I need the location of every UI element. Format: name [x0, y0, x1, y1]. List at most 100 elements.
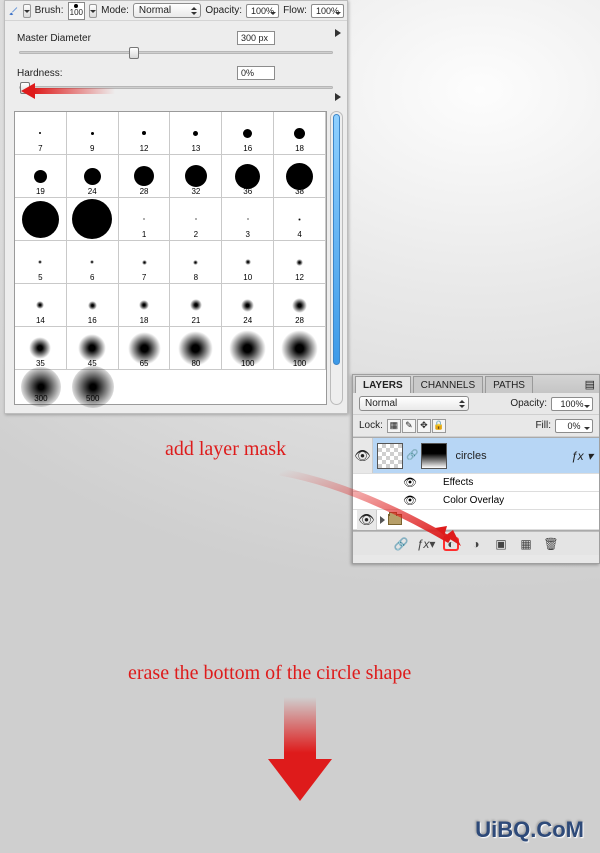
brush-options-panel: Brush: 100 Mode: Normal Opacity: 100% Fl…: [4, 0, 348, 414]
brush-preset[interactable]: 16: [222, 112, 274, 155]
brush-preset[interactable]: 2: [170, 198, 222, 241]
brush-preset[interactable]: 80: [170, 327, 222, 370]
group-visibility-icon[interactable]: 👁: [357, 510, 377, 530]
brush-label: Brush:: [35, 5, 64, 16]
master-diameter-slider[interactable]: [19, 51, 333, 54]
brush-preset-swatch[interactable]: 100: [68, 2, 86, 20]
overlay-visibility-icon[interactable]: 👁: [403, 494, 417, 507]
brush-preset[interactable]: 32: [170, 155, 222, 198]
brush-preset[interactable]: 5: [15, 241, 67, 284]
layer-blend-mode-select[interactable]: Normal: [359, 396, 469, 411]
brush-tool-icon[interactable]: [8, 3, 19, 18]
reset-icon[interactable]: [335, 93, 341, 101]
layers-panel: LAYERS CHANNELS PATHS ▤ Normal Opacity: …: [352, 374, 600, 564]
layer-list: 👁 🔗 circles ƒx ▾ 👁 Effects 👁 Color Overl…: [353, 437, 599, 531]
brush-preset[interactable]: 14: [15, 284, 67, 327]
lock-all-icon[interactable]: 🔒: [432, 419, 446, 433]
brush-preset[interactable]: 45: [67, 327, 119, 370]
group-disclosure-icon[interactable]: [380, 516, 385, 524]
brush-preset[interactable]: 48: [15, 198, 67, 241]
color-overlay-row[interactable]: 👁 Color Overlay: [353, 492, 599, 510]
layer-opacity-label: Opacity:: [510, 398, 547, 409]
brush-preset[interactable]: 6: [67, 241, 119, 284]
lock-fill-row: Lock: ▦ ✎ ✥ 🔒 Fill: 0%: [353, 415, 599, 437]
flyout-menu-icon[interactable]: [335, 29, 341, 37]
annotation-arrow-hardness: [21, 88, 116, 96]
lock-buttons: ▦ ✎ ✥ 🔒: [387, 419, 446, 433]
fx-indicator[interactable]: ƒx ▾: [571, 449, 599, 463]
brush-preset[interactable]: 3: [222, 198, 274, 241]
brush-scrollbar[interactable]: [330, 111, 343, 405]
watermark: UiBQ.CoM: [475, 817, 584, 843]
brush-preset[interactable]: 38: [274, 155, 326, 198]
brush-preset[interactable]: 21: [170, 284, 222, 327]
brush-preset[interactable]: 13: [170, 112, 222, 155]
brush-preset[interactable]: 18: [119, 284, 171, 327]
brush-preset-dropdown[interactable]: [89, 4, 97, 18]
lock-pixels-icon[interactable]: ✎: [402, 419, 416, 433]
folder-icon: [388, 514, 402, 525]
annotation-arrow-down: [270, 697, 330, 802]
add-layer-mask-icon[interactable]: ◐: [443, 537, 459, 551]
brush-preset[interactable]: 12: [119, 112, 171, 155]
brush-preset[interactable]: 65: [119, 327, 171, 370]
brush-preset[interactable]: 12: [274, 241, 326, 284]
brush-preset[interactable]: 24: [222, 284, 274, 327]
brush-preset[interactable]: 10: [222, 241, 274, 284]
layer-style-icon[interactable]: ƒx▾: [418, 537, 434, 551]
lock-position-icon[interactable]: ✥: [417, 419, 431, 433]
brush-preset[interactable]: 60: [67, 198, 119, 241]
new-layer-icon[interactable]: ▦: [518, 537, 534, 551]
layer-mask-thumbnail[interactable]: [421, 443, 447, 469]
brush-preset[interactable]: 16: [67, 284, 119, 327]
tab-channels[interactable]: CHANNELS: [413, 376, 483, 393]
opacity-field[interactable]: 100%: [246, 4, 279, 18]
layer-opacity-field[interactable]: 100%: [551, 397, 593, 411]
delete-layer-icon[interactable]: 🗑: [543, 537, 559, 551]
brush-preset[interactable]: 28: [119, 155, 171, 198]
brush-picker: 7912131618192428323638486012345678101214…: [14, 111, 327, 405]
brush-size-indicator: 100: [70, 9, 83, 17]
brush-preset[interactable]: 7: [15, 112, 67, 155]
layer-thumbnail[interactable]: [377, 443, 403, 469]
brush-preset[interactable]: 1: [119, 198, 171, 241]
flow-field[interactable]: 100%: [311, 4, 344, 18]
panel-tabs: LAYERS CHANNELS PATHS ▤: [353, 375, 599, 393]
layer-group-row[interactable]: 👁: [353, 510, 599, 530]
brush-preset[interactable]: 100: [222, 327, 274, 370]
brush-preset[interactable]: 8: [170, 241, 222, 284]
brush-preset[interactable]: 9: [67, 112, 119, 155]
annotation-erase: erase the bottom of the circle shape: [128, 662, 411, 685]
effects-visibility-icon[interactable]: 👁: [403, 476, 417, 489]
tab-paths[interactable]: PATHS: [485, 376, 533, 393]
tool-dropdown[interactable]: [23, 4, 31, 18]
brush-preset[interactable]: 100: [274, 327, 326, 370]
brush-preset[interactable]: 300: [15, 370, 67, 404]
brush-preset[interactable]: 24: [67, 155, 119, 198]
brush-preset[interactable]: 4: [274, 198, 326, 241]
link-mask-icon[interactable]: 🔗: [406, 450, 418, 461]
layer-name[interactable]: circles: [451, 450, 486, 462]
blend-mode-select[interactable]: Normal: [133, 3, 201, 18]
hardness-field[interactable]: 0%: [237, 66, 275, 80]
panel-menu-icon[interactable]: ▤: [585, 378, 595, 391]
layers-panel-footer: 🔗 ƒx▾ ◐ ◑ ▣ ▦ 🗑: [353, 531, 599, 555]
tab-layers[interactable]: LAYERS: [355, 376, 411, 393]
new-group-icon[interactable]: ▣: [493, 537, 509, 551]
link-layers-icon[interactable]: 🔗: [393, 537, 409, 551]
brush-preset[interactable]: 36: [222, 155, 274, 198]
brush-preset[interactable]: 28: [274, 284, 326, 327]
effects-row[interactable]: 👁 Effects: [353, 474, 599, 492]
flow-label: Flow:: [283, 5, 307, 16]
brush-preset[interactable]: 500: [67, 370, 119, 404]
brush-preset[interactable]: 19: [15, 155, 67, 198]
visibility-eye-icon[interactable]: 👁: [353, 438, 373, 473]
adjustment-layer-icon[interactable]: ◑: [468, 537, 484, 551]
brush-preset[interactable]: 7: [119, 241, 171, 284]
layer-row-circles[interactable]: 👁 🔗 circles ƒx ▾: [353, 438, 599, 474]
lock-transparent-icon[interactable]: ▦: [387, 419, 401, 433]
brush-preset[interactable]: 18: [274, 112, 326, 155]
fill-field[interactable]: 0%: [555, 419, 593, 433]
master-diameter-field[interactable]: 300 px: [237, 31, 275, 45]
brush-preset[interactable]: 35: [15, 327, 67, 370]
